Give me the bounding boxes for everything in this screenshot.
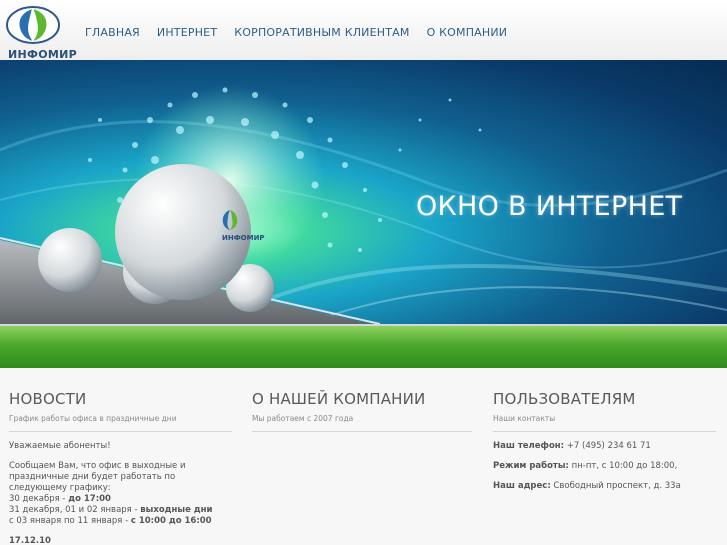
banner-title: ОКНО В ИНТЕРНЕТ [416,191,683,222]
news-greeting: Уважаемые абоненты! [9,441,111,451]
hours-label: Режим работы: [493,461,569,471]
news-column: НОВОСТИ График работы офиса в праздничны… [9,390,232,545]
news-line1-value: до 17:00 [68,494,111,504]
users-heading[interactable]: ПОЛЬЗОВАТЕЛЯМ [493,390,716,408]
news-text: Сообщаем Вам, что офис в выходные и праз… [9,461,232,527]
nav-item-home[interactable]: ГЛАВНАЯ [85,26,140,39]
news-subtitle[interactable]: График работы офиса в праздничные дни [9,414,232,432]
content-area: НОВОСТИ График работы офиса в праздничны… [0,368,727,545]
users-column: ПОЛЬЗОВАТЕЛЯМ Наши контакты Наш телефон:… [493,390,716,501]
nav-item-internet[interactable]: ИНТЕРНЕТ [157,26,217,39]
address-label: Наш адрес: [493,481,551,491]
phone-label: Наш телефон: [493,441,565,451]
news-line1-text: 30 декабря - [9,494,69,504]
contact-hours: Режим работы: пн-пт, с 10:00 до 18:00, [493,461,716,472]
contact-address: Наш адрес: Свободный проспект, д. 33а [493,481,716,492]
about-heading[interactable]: О НАШЕЙ КОМПАНИИ [252,390,472,408]
about-subtitle[interactable]: Мы работаем с 2007 года [252,414,472,432]
contact-phone: Наш телефон: +7 (495) 234 61 71 [493,441,716,452]
news-heading[interactable]: НОВОСТИ [9,390,232,408]
address-value: Свободный проспект, д. 33а [550,481,681,491]
logo-mark-icon [6,6,60,44]
dome-logo-text: ИНФОМИР [222,234,265,242]
news-line3-value: с 10:00 до 16:00 [130,516,212,526]
news-body: Уважаемые абоненты! Сообщаем Вам, что оф… [9,441,232,545]
grass-band [0,326,727,368]
logo[interactable]: ИНФОМИР [4,6,77,61]
news-line2-text: 31 декабря, 01 и 02 января - [9,505,141,515]
hero-banner: ИНФОМИР ОКНО В ИНТЕРНЕТ [0,60,727,326]
nav-item-corporate[interactable]: КОРПОРАТИВНЫМ КЛИЕНТАМ [234,26,409,39]
users-subtitle[interactable]: Наши контакты [493,414,716,432]
news-line2-value: выходные дни [140,505,213,515]
about-column: О НАШЕЙ КОМПАНИИ Мы работаем с 2007 года [252,390,472,432]
nav-item-about[interactable]: О КОМПАНИИ [427,26,508,39]
phone-value: +7 (495) 234 61 71 [564,441,651,451]
contacts-body: Наш телефон: +7 (495) 234 61 71 Режим ра… [493,441,716,492]
news-date: 17.12.10 [9,536,51,545]
header: ИНФОМИР ГЛАВНАЯ ИНТЕРНЕТ КОРПОРАТИВНЫМ К… [0,0,727,61]
news-line3-text: с 03 января по 11 января - [9,516,131,526]
hours-value: пн-пт, с 10:00 до 18:00, [568,461,678,471]
news-intro: Сообщаем Вам, что офис в выходные и праз… [9,461,186,493]
main-nav: ГЛАВНАЯ ИНТЕРНЕТ КОРПОРАТИВНЫМ КЛИЕНТАМ … [85,26,524,39]
